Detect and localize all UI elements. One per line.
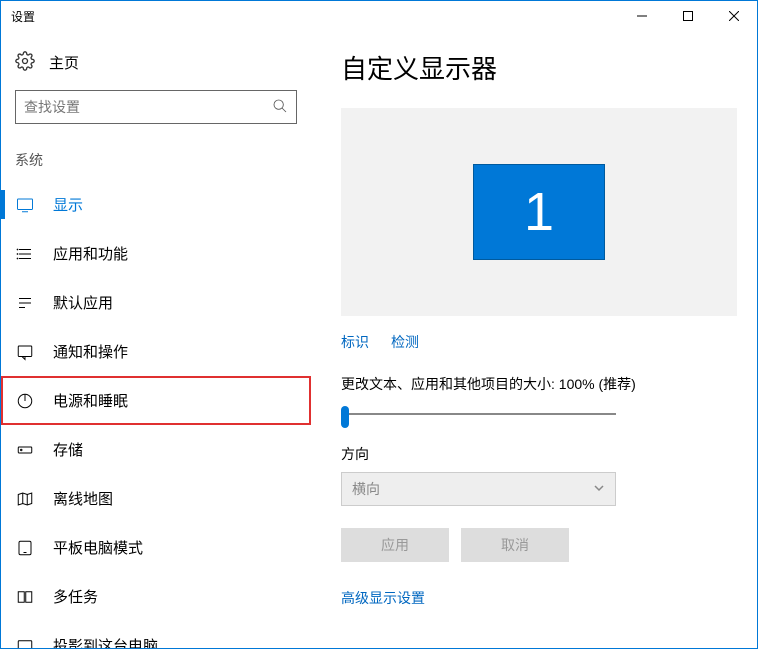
sidebar: 主页 系统 显示 应用和功能 默认应用 通知和操作 电源和睡眠	[1, 31, 311, 648]
sidebar-item-power-sleep[interactable]: 电源和睡眠	[1, 376, 311, 425]
titlebar: 设置	[1, 1, 757, 31]
default-apps-icon	[15, 293, 35, 313]
offline-maps-icon	[15, 489, 35, 509]
apply-button[interactable]: 应用	[341, 528, 449, 562]
detect-link[interactable]: 检测	[391, 332, 419, 352]
monitor-number: 1	[524, 181, 554, 243]
notifications-icon	[15, 342, 35, 362]
sidebar-item-label: 默认应用	[53, 292, 113, 313]
sidebar-item-label: 通知和操作	[53, 341, 128, 362]
minimize-button[interactable]	[619, 1, 665, 31]
search-icon	[272, 98, 288, 117]
window-title: 设置	[11, 8, 35, 25]
sidebar-item-storage[interactable]: 存储	[1, 425, 311, 474]
page-title: 自定义显示器	[341, 49, 737, 86]
sidebar-item-notifications[interactable]: 通知和操作	[1, 327, 311, 376]
gear-icon	[15, 51, 35, 74]
slider-track	[341, 413, 616, 415]
sidebar-item-default-apps[interactable]: 默认应用	[1, 278, 311, 327]
power-icon	[15, 391, 35, 411]
orientation-label: 方向	[341, 444, 737, 464]
scale-label: 更改文本、应用和其他项目的大小: 100% (推荐)	[341, 374, 737, 394]
apps-icon	[15, 244, 35, 264]
sidebar-item-multitasking[interactable]: 多任务	[1, 572, 311, 621]
multitasking-icon	[15, 587, 35, 607]
tablet-mode-icon	[15, 538, 35, 558]
section-label: 系统	[1, 142, 311, 180]
display-icon	[15, 195, 35, 215]
sidebar-item-offline-maps[interactable]: 离线地图	[1, 474, 311, 523]
sidebar-item-label: 电源和睡眠	[53, 390, 128, 411]
slider-thumb[interactable]	[341, 406, 349, 428]
sidebar-item-projecting[interactable]: 投影到这台电脑	[1, 621, 311, 648]
sidebar-item-label: 应用和功能	[53, 243, 128, 264]
scale-slider[interactable]	[341, 404, 616, 424]
orientation-select[interactable]: 横向	[341, 472, 616, 506]
sidebar-item-label: 投影到这台电脑	[53, 635, 158, 648]
sidebar-item-label: 多任务	[53, 586, 98, 607]
main-panel: 自定义显示器 1 标识 检测 更改文本、应用和其他项目的大小: 100% (推荐…	[311, 31, 757, 648]
home-label: 主页	[49, 52, 79, 73]
monitor-1[interactable]: 1	[473, 164, 605, 260]
sidebar-item-label: 显示	[53, 194, 83, 215]
sidebar-item-label: 存储	[53, 439, 83, 460]
sidebar-item-display[interactable]: 显示	[1, 180, 311, 229]
advanced-display-link[interactable]: 高级显示设置	[341, 590, 425, 606]
maximize-button[interactable]	[665, 1, 711, 31]
projecting-icon	[15, 636, 35, 649]
search-input[interactable]	[24, 99, 272, 115]
close-button[interactable]	[711, 1, 757, 31]
sidebar-item-label: 平板电脑模式	[53, 537, 143, 558]
orientation-value: 横向	[352, 479, 380, 499]
sidebar-item-label: 离线地图	[53, 488, 113, 509]
search-box[interactable]	[15, 90, 297, 124]
identify-link[interactable]: 标识	[341, 332, 369, 352]
display-preview: 1	[341, 108, 737, 316]
sidebar-item-apps[interactable]: 应用和功能	[1, 229, 311, 278]
storage-icon	[15, 440, 35, 460]
home-button[interactable]: 主页	[1, 43, 311, 86]
chevron-down-icon	[593, 481, 605, 497]
sidebar-item-tablet-mode[interactable]: 平板电脑模式	[1, 523, 311, 572]
cancel-button[interactable]: 取消	[461, 528, 569, 562]
